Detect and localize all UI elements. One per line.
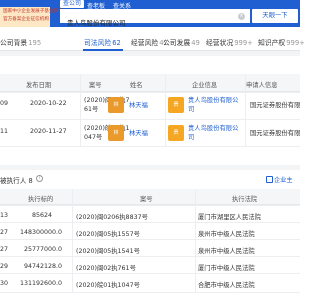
tab-company-development[interactable]: 公司发展49 — [163, 37, 200, 47]
table1-header-name: 姓名 — [130, 82, 143, 89]
company-name-link[interactable]: 贵人鸟股份有限公 司 — [188, 96, 244, 114]
row-index: 13 — [0, 212, 9, 219]
tab-company-background[interactable]: 公司背景195 — [0, 37, 41, 47]
tab-label: 经营状况 — [206, 39, 234, 47]
tab-count: 49 — [191, 39, 200, 47]
external-link-icon[interactable] — [266, 176, 273, 183]
table-cell-amount: 25777000.0 — [24, 246, 63, 253]
row-divider — [0, 239, 300, 240]
table-cell-date: 2020-10-22 — [30, 100, 67, 107]
search-button[interactable]: 天眼一下 — [252, 9, 298, 23]
row-divider — [0, 222, 300, 223]
column-divider — [245, 74, 246, 147]
row-index: 09 — [0, 100, 9, 107]
table1-header-date: 发布日期 — [26, 82, 52, 89]
column-divider — [72, 189, 73, 293]
row-divider — [0, 273, 300, 274]
tab-count: 999+ — [286, 39, 305, 47]
tab-count: 195 — [28, 39, 42, 47]
tab-count: 999+ — [234, 39, 253, 47]
row-divider — [0, 256, 300, 257]
section-divider — [0, 51, 300, 56]
table1-header-case: 案号 — [89, 82, 102, 89]
table-cell-case-number: (2020)闽02执761号 — [76, 265, 136, 272]
section-count: 8 — [28, 177, 33, 185]
table-cell-case-number: (2020)闽05执1557号 — [76, 231, 140, 238]
tab-label: 司法风险 — [84, 39, 112, 47]
table-cell-case-number: (2020)闽05执1541号 — [76, 248, 140, 255]
table-cell-court: 合肥市中级人民法院 — [198, 282, 255, 289]
tab-label: 公司背景 — [0, 39, 28, 47]
table2-header-case: 案号 — [140, 196, 153, 203]
table-cell-court: 厦门市中级人民法院 — [198, 265, 255, 272]
row-index: 30 — [0, 280, 9, 287]
table1-header-company: 企业信息 — [192, 82, 218, 89]
tab-operating-status[interactable]: 经营状况999+ — [206, 37, 253, 47]
promo-line-2: 官方备案企业征信机构 — [3, 17, 49, 22]
tab-label: 知识产权 — [258, 39, 286, 47]
promo-line-1: 国家中小企业发展子基金旗下 — [3, 9, 63, 14]
table-cell-amount: 94742128.0 — [24, 263, 63, 270]
tab-intellectual-property[interactable]: 知识产权999+ — [258, 37, 305, 47]
table-cell-amount: 148300000.0 — [20, 229, 63, 236]
table1-header-applicant: 申请人信息 — [246, 82, 278, 89]
table2-header-court: 执行法院 — [232, 196, 258, 203]
person-name-link[interactable]: 林天福 — [129, 128, 148, 137]
table-cell-applicant: 国元证券股份有限 — [250, 102, 300, 109]
row-divider — [0, 292, 300, 293]
table-cell-court: 泉州市中级人民法院 — [198, 248, 255, 255]
company-owner-link[interactable]: 企业主 — [274, 175, 293, 184]
table2-header-amount: 执行标的 — [28, 196, 54, 203]
section-title: 被执行人 8 — [0, 175, 33, 185]
tab-label: 公司发展 — [163, 39, 191, 47]
person-avatar: 林 — [108, 125, 124, 141]
promo-banner[interactable]: 国家中小企业发展子基金旗下 官方备案企业征信机构 — [0, 7, 63, 27]
section-divider — [0, 165, 300, 170]
search-input-value: 贵人鸟股份有限公司 — [67, 19, 126, 27]
row-index: 11 — [0, 128, 9, 135]
column-divider — [165, 74, 166, 147]
search-input[interactable]: 贵人鸟股份有限公司 — [60, 9, 250, 27]
person-name-link[interactable]: 林天福 — [129, 100, 148, 109]
company-logo: 贵 — [168, 97, 184, 113]
table-cell-date: 2020-11-27 — [30, 128, 67, 135]
column-divider — [80, 74, 81, 147]
table-cell-court: 泉州市中级人民法院 — [198, 231, 255, 238]
tab-count: 62 — [112, 39, 121, 47]
column-divider — [195, 189, 196, 293]
header-tab-company[interactable]: 查公司 — [60, 0, 85, 8]
person-avatar: 林 — [108, 97, 124, 113]
section-title-text: 被执行人 — [0, 177, 27, 185]
company-logo: 贵 — [168, 125, 184, 141]
tab-legal-risk[interactable]: 司法风险62 — [84, 37, 121, 47]
table-cell-court: 厦门市湖里区人民法院 — [198, 214, 261, 221]
row-divider — [0, 146, 300, 147]
table-cell-case-number: (2020)皖01执1047号 — [76, 282, 140, 289]
row-index: 27 — [0, 246, 9, 253]
table-cell-amount: 131192600.0 — [20, 280, 63, 287]
clear-search-icon[interactable]: × — [238, 13, 245, 20]
row-divider — [0, 92, 300, 93]
row-index: 29 — [0, 263, 9, 270]
help-icon[interactable]: ? — [36, 175, 43, 182]
company-name-link[interactable]: 贵人鸟股份有限公 司 — [188, 124, 244, 142]
row-divider — [0, 119, 300, 120]
tab-label: 经营风险 — [131, 39, 159, 47]
table-cell-amount: 85624 — [32, 212, 53, 219]
row-index: 27 — [0, 229, 9, 236]
table-cell-case-number: (2020)闽0206执8837号 — [76, 214, 148, 221]
table-cell-applicant: 国元证券股份有限 — [250, 130, 300, 137]
row-divider — [0, 205, 300, 206]
